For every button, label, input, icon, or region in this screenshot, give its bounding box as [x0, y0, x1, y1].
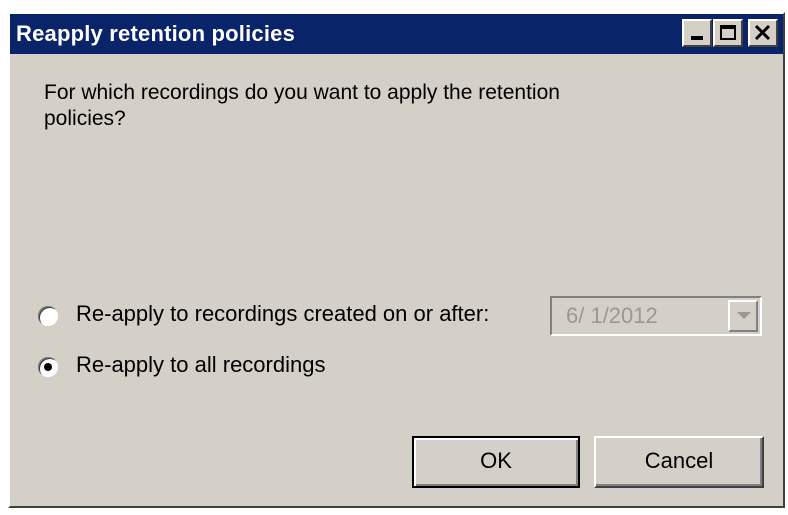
window-title: Reapply retention policies: [16, 21, 296, 46]
radio-all-option-label[interactable]: Re-apply to all recordings: [76, 352, 325, 378]
dialog-window: Reapply retention policies For which rec…: [8, 12, 785, 508]
title-bar[interactable]: Reapply retention policies: [10, 14, 783, 54]
radio-all-option[interactable]: [38, 357, 58, 377]
radio-date-option-label[interactable]: Re-apply to recordings created on or aft…: [76, 301, 489, 327]
radio-selected-dot: [44, 363, 52, 371]
dialog-prompt: For which recordings do you want to appl…: [44, 81, 560, 130]
minimize-icon: [691, 36, 703, 40]
cancel-button[interactable]: Cancel: [594, 436, 764, 488]
date-picker-value: 6/ 1/2012: [566, 303, 658, 328]
radio-date-option[interactable]: [38, 306, 58, 326]
close-icon: [754, 24, 771, 41]
maximize-button[interactable]: [713, 19, 743, 47]
close-button[interactable]: [748, 19, 778, 47]
date-picker[interactable]: 6/ 1/2012: [550, 296, 762, 336]
ok-button[interactable]: OK: [412, 436, 580, 488]
date-picker-dropdown-button[interactable]: [728, 300, 758, 332]
minimize-button[interactable]: [682, 19, 712, 47]
chevron-down-icon: [737, 312, 751, 319]
maximize-icon: [720, 25, 736, 40]
